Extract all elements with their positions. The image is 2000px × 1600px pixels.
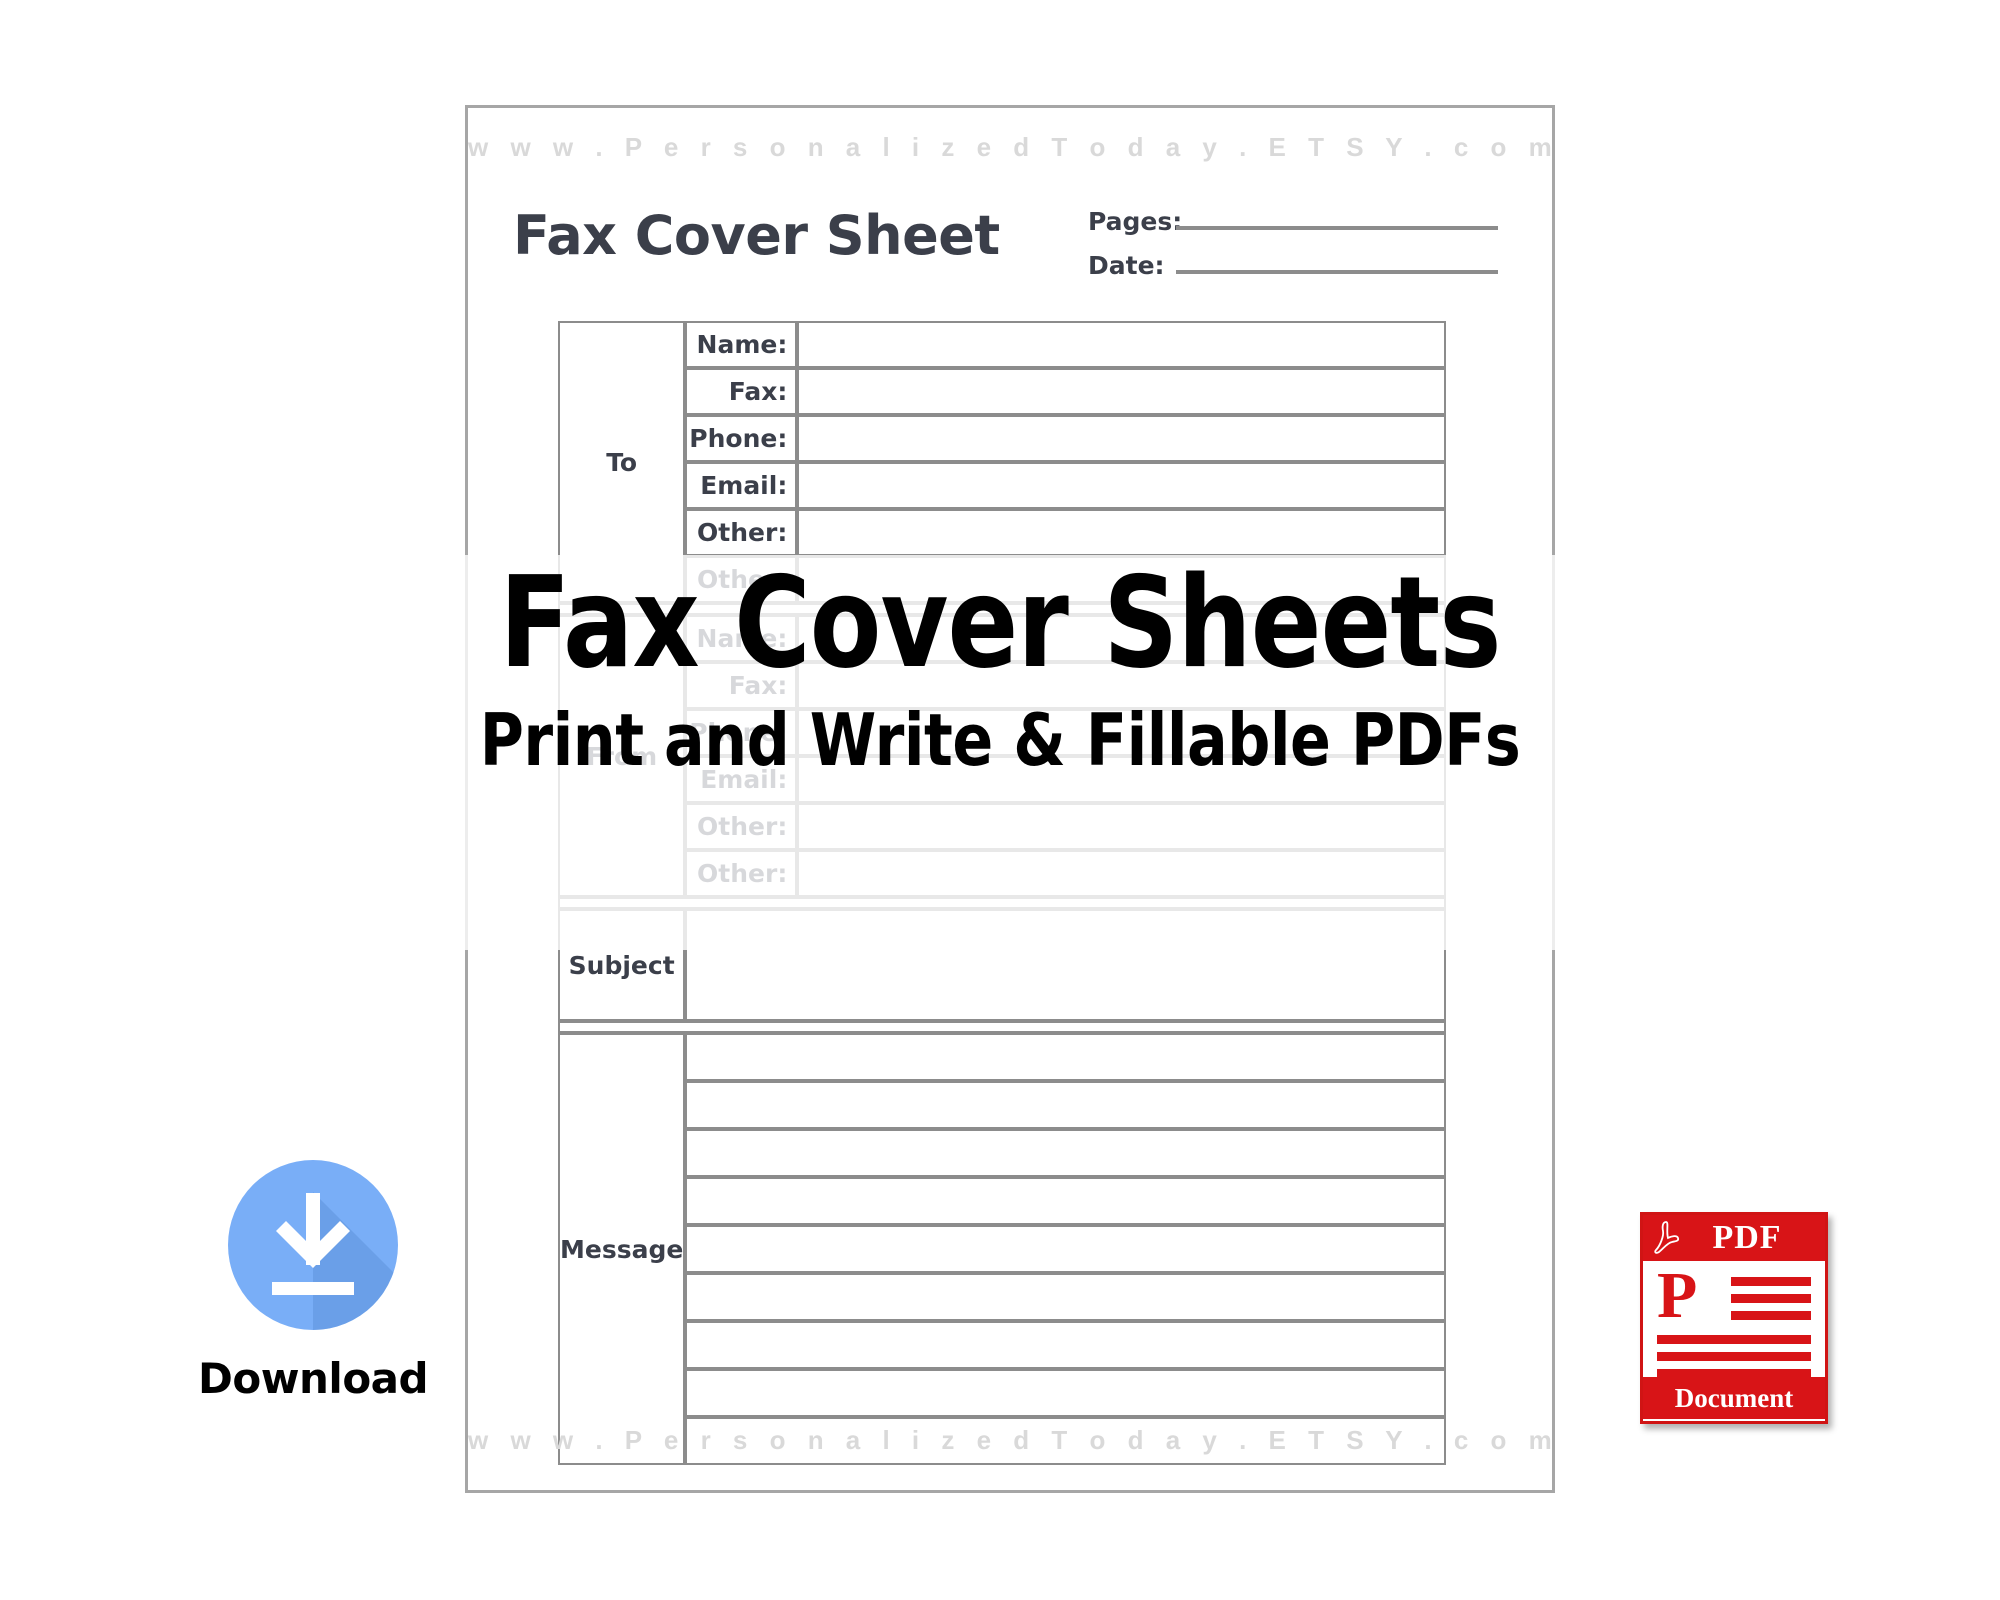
pdf-badge-body: P: [1643, 1259, 1825, 1378]
message-line[interactable]: [685, 1129, 1446, 1177]
meta-row-date: Date:: [1088, 240, 1498, 284]
from-other1-input[interactable]: [797, 803, 1446, 850]
pdf-header-text: PDF: [1712, 1219, 1782, 1256]
table-row: [558, 1321, 1446, 1369]
table-row: Phone:: [558, 415, 1446, 462]
from-other2-label: Other:: [685, 850, 798, 897]
table-row: [558, 1369, 1446, 1417]
date-label: Date:: [1088, 251, 1165, 280]
pdf-text-bars-bottom: [1657, 1335, 1811, 1386]
promo-headline: Fax Cover Sheets: [499, 549, 1501, 696]
pages-label: Pages:: [1088, 207, 1183, 236]
pdf-footer-text: Document: [1674, 1382, 1794, 1413]
to-name-input[interactable]: [797, 321, 1446, 368]
promo-headline-block: Fax Cover Sheets Print and Write & Filla…: [0, 549, 2000, 782]
table-row: Other:: [558, 803, 1446, 850]
date-input-line[interactable]: [1176, 240, 1498, 274]
to-name-label: Name:: [685, 321, 798, 368]
fax-form-table: To Name: Fax: Phone: Email: Other: Other…: [558, 321, 1446, 1465]
to-phone-label: Phone:: [685, 415, 798, 462]
meta-row-pages: Pages:: [1088, 196, 1498, 240]
table-row: Message: [558, 1033, 1446, 1465]
page-title: Fax Cover Sheet: [513, 204, 1000, 267]
from-other1-label: Other:: [685, 803, 798, 850]
message-line[interactable]: [685, 1369, 1446, 1417]
sheet-header: Fax Cover Sheet Pages: Date:: [468, 196, 1552, 292]
pdf-bar: [1731, 1311, 1811, 1320]
promo-subheadline: Print and Write & Fillable PDFs: [479, 698, 1521, 782]
pdf-text-bars-right: [1731, 1277, 1811, 1328]
message-line[interactable]: [685, 1321, 1446, 1369]
section-divider: [558, 1021, 1446, 1033]
fax-cover-sheet-page: w w w . P e r s o n a l i z e d T o d a …: [465, 105, 1555, 1493]
table-row: Subject: [558, 909, 1446, 1021]
to-phone-input[interactable]: [797, 415, 1446, 462]
pdf-letter-p: P: [1657, 1259, 1698, 1332]
pdf-bar: [1731, 1277, 1811, 1286]
acrobat-icon: [1654, 1221, 1680, 1254]
to-email-label: Email:: [685, 462, 798, 509]
table-row: [558, 1273, 1446, 1321]
to-email-input[interactable]: [797, 462, 1446, 509]
to-fax-input[interactable]: [797, 368, 1446, 415]
table-row: Fax:: [558, 368, 1446, 415]
section-label-message: Message: [558, 1033, 686, 1465]
section-divider: [558, 897, 1446, 909]
message-line[interactable]: [685, 1177, 1446, 1225]
pdf-bar: [1657, 1335, 1811, 1344]
watermark-bottom: w w w . P e r s o n a l i z e d T o d a …: [468, 1425, 1560, 1455]
watermark-top: w w w . P e r s o n a l i z e d T o d a …: [468, 132, 1560, 162]
download-icon[interactable]: [228, 1160, 398, 1330]
meta-block: Pages: Date:: [1088, 196, 1498, 284]
message-line[interactable]: [685, 1081, 1446, 1129]
to-fax-label: Fax:: [685, 368, 798, 415]
table-row: [558, 1225, 1446, 1273]
pdf-bar: [1657, 1369, 1811, 1378]
subject-input[interactable]: [685, 909, 1446, 1021]
message-line[interactable]: [685, 1033, 1446, 1081]
from-other2-input[interactable]: [797, 850, 1446, 897]
table-row: [558, 1081, 1446, 1129]
message-line[interactable]: [685, 1273, 1446, 1321]
pdf-badge-header: PDF: [1643, 1215, 1825, 1261]
section-label-subject: Subject: [558, 909, 686, 1021]
download-label: Download: [198, 1354, 429, 1403]
pages-input-line[interactable]: [1176, 196, 1498, 230]
table-row: [558, 1129, 1446, 1177]
download-arrow-icon: [272, 1192, 398, 1330]
table-row: Email:: [558, 462, 1446, 509]
pdf-bar: [1657, 1352, 1811, 1361]
table-row: To Name:: [558, 321, 1446, 603]
pdf-bar: [1731, 1294, 1811, 1303]
table-row: Other:: [558, 850, 1446, 897]
download-badge[interactable]: Download: [198, 1160, 429, 1403]
message-line[interactable]: [685, 1225, 1446, 1273]
table-row: [558, 1177, 1446, 1225]
pdf-document-badge: PDF P Document: [1640, 1212, 1828, 1424]
